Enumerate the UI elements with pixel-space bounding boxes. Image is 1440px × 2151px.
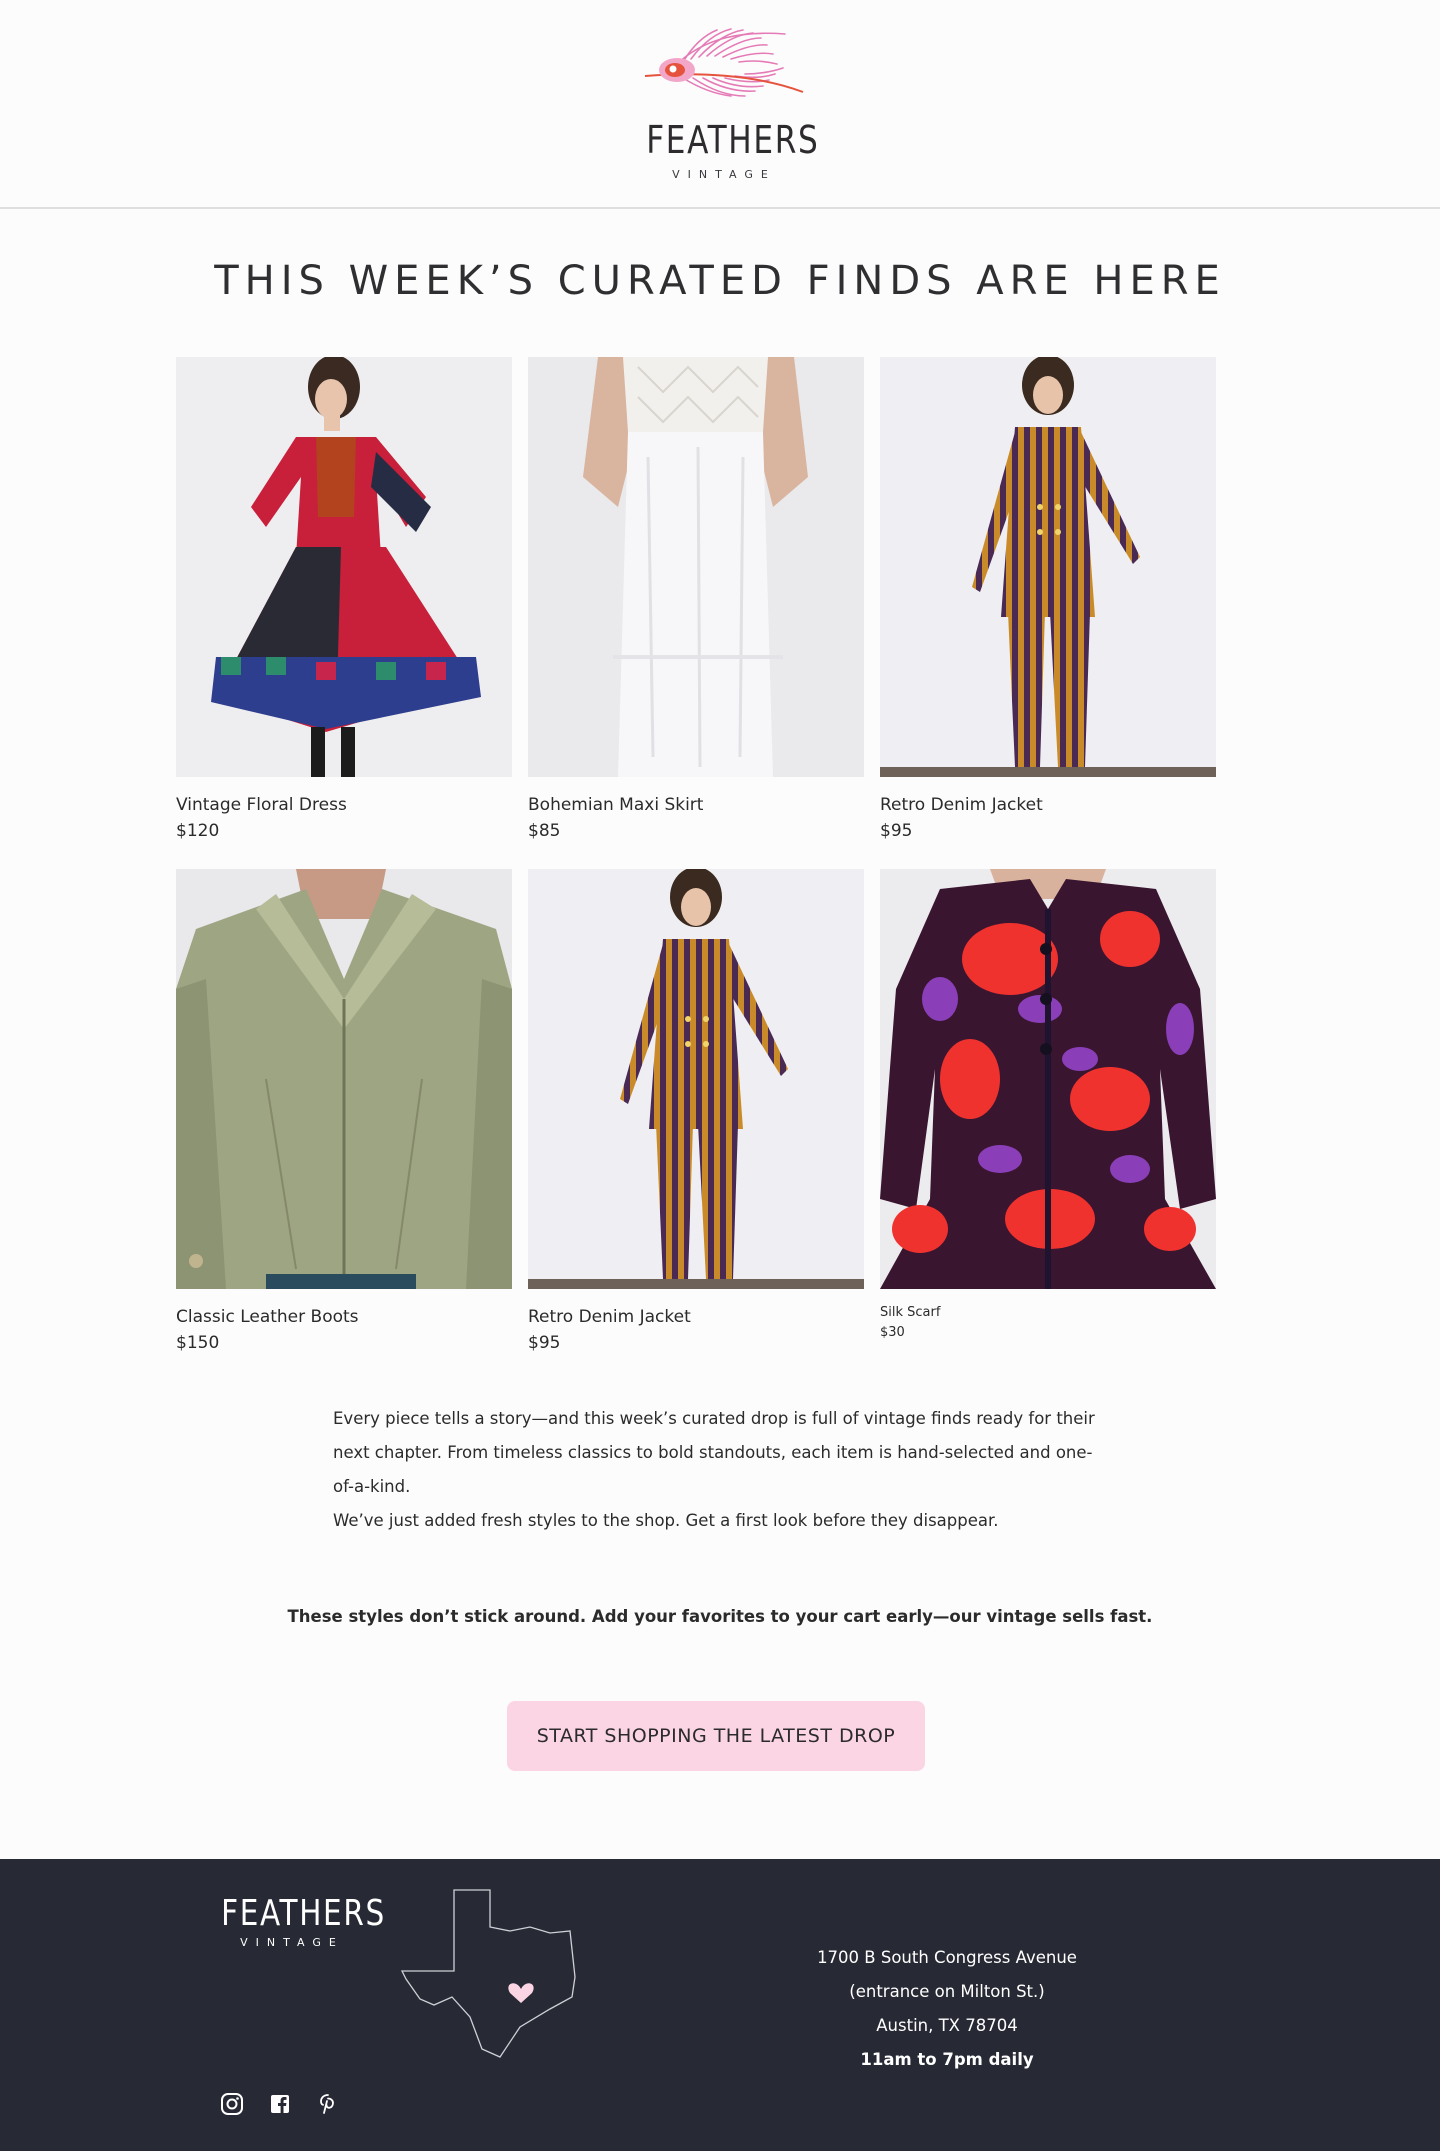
instagram-icon[interactable]: [220, 2092, 244, 2116]
product-photo[interactable]: [176, 357, 512, 777]
product-name[interactable]: Retro Denim Jacket: [880, 795, 1043, 815]
product-name[interactable]: Classic Leather Boots: [176, 1307, 359, 1327]
address-line: 1700 B South Congress Avenue: [817, 1948, 1077, 1967]
intro-paragraph: Every piece tells a story—and this week’…: [333, 1409, 1095, 1496]
product-photo[interactable]: [880, 869, 1216, 1289]
product-name[interactable]: Vintage Floral Dress: [176, 795, 347, 815]
brand-logo[interactable]: FEATHERS VINTAGE: [630, 22, 820, 187]
product-price: $150: [176, 1333, 220, 1353]
facebook-icon[interactable]: [268, 2092, 292, 2116]
product-name[interactable]: Retro Denim Jacket: [528, 1307, 691, 1327]
footer-logo[interactable]: FEATHERS VINTAGE: [203, 1893, 384, 1949]
urgency-message: These styles don’t stick around. Add you…: [287, 1607, 1153, 1626]
product-name[interactable]: Silk Scarf: [880, 1305, 940, 1320]
feather-logo-icon: [644, 28, 804, 97]
product-photo[interactable]: [176, 869, 512, 1289]
pinterest-icon[interactable]: [316, 2092, 340, 2116]
product-photo[interactable]: [528, 357, 864, 777]
brand-name: FEATHERS: [646, 118, 820, 162]
product-name[interactable]: Bohemian Maxi Skirt: [528, 795, 703, 815]
store-hours: 11am to 7pm daily: [860, 2050, 1034, 2069]
product-price: $95: [528, 1333, 561, 1353]
product-price: $120: [176, 821, 220, 841]
product-price: $85: [528, 821, 561, 841]
product-price: $30: [880, 1325, 905, 1340]
intro-paragraph: We’ve just added fresh styles to the sho…: [333, 1511, 999, 1530]
footer-brand-subtitle: VINTAGE: [240, 1936, 344, 1949]
footer-brand-name: FEATHERS: [221, 1893, 386, 1934]
product-price: $95: [880, 821, 913, 841]
email-header: FEATHERS VINTAGE: [0, 0, 1440, 209]
address-line: (entrance on Milton St.): [849, 1982, 1045, 2001]
footer: FEATHERS VINTAGE 1700 B South Congress A…: [0, 1859, 1440, 2151]
product-photo[interactable]: [880, 357, 1216, 777]
page-title: THIS WEEK’S CURATED FINDS ARE HERE: [214, 258, 1226, 304]
store-address: 1700 B South Congress Avenue (entrance o…: [747, 1941, 1147, 2077]
product-photo[interactable]: [528, 869, 864, 1289]
intro-copy: Every piece tells a story—and this week’…: [333, 1402, 1103, 1538]
texas-map-icon: [400, 1889, 576, 2058]
shop-latest-drop-button[interactable]: START SHOPPING THE LATEST DROP: [507, 1701, 925, 1771]
address-line: Austin, TX 78704: [876, 2016, 1018, 2035]
brand-subtitle: VINTAGE: [672, 168, 776, 181]
